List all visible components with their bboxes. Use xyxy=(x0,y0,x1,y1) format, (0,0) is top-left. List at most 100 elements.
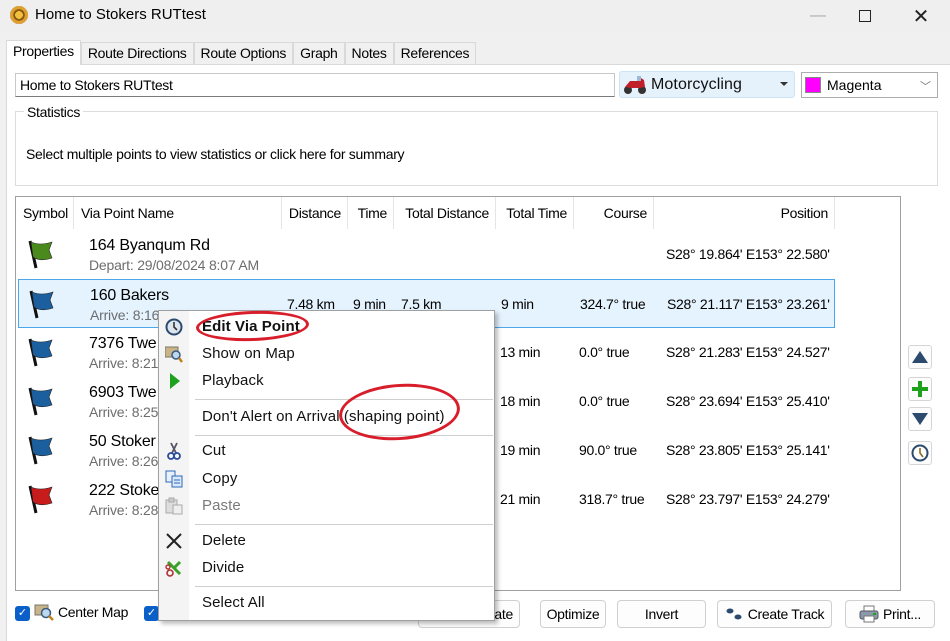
column-header-time[interactable]: Time xyxy=(348,197,394,229)
via-point-name: 164 Byanqum Rd xyxy=(89,237,210,254)
menu-separator xyxy=(195,524,493,525)
chevron-down-icon: ﹀ xyxy=(920,81,931,93)
position-cell: S28° 21.117' E153° 23.261' xyxy=(667,296,830,312)
via-point-time: Arrive: 8:21 xyxy=(89,355,159,371)
course-cell: 0.0° true xyxy=(579,393,630,409)
optimize-label: Optimize xyxy=(546,606,600,622)
route-name-input[interactable]: Home to Stokers RUTtest xyxy=(15,73,615,97)
printer-icon xyxy=(859,605,879,623)
menu-item-label: Paste xyxy=(202,497,241,514)
center-map-icon xyxy=(34,604,54,621)
menu-item-divide[interactable]: Divide xyxy=(159,555,494,581)
route-color-dropdown[interactable]: Magenta ﹀ xyxy=(801,72,938,98)
blue-flag-icon xyxy=(28,338,53,367)
menu-item-delete[interactable]: Delete xyxy=(159,528,494,554)
activity-label: Motorcycling xyxy=(651,75,743,93)
menu-separator xyxy=(195,399,493,400)
course-cell: 0.0° true xyxy=(579,344,630,360)
move-up-button[interactable] xyxy=(908,345,932,369)
center-map-label: Center Map xyxy=(58,604,129,620)
delete-icon xyxy=(166,533,182,549)
menu-item-copy[interactable]: Copy xyxy=(159,466,494,492)
position-cell: S28° 23.805' E153° 25.141' xyxy=(666,442,830,458)
via-point-time: Depart: 29/08/2024 8:07 AM xyxy=(89,257,259,273)
menu-item-paste[interactable]: Paste xyxy=(159,493,494,519)
via-point-name: 7376 Twe xyxy=(89,335,157,352)
menu-item-label: Select All xyxy=(202,594,265,611)
print-button[interactable]: Print... xyxy=(845,600,935,628)
menu-separator xyxy=(195,435,493,436)
menu-item-dont-alert-on-arrival[interactable]: Don't Alert on Arrival (shaping point) xyxy=(159,404,494,430)
close-button[interactable]: ✕ xyxy=(898,0,944,32)
menu-item-playback[interactable]: Playback xyxy=(159,368,494,394)
via-point-time: Arrive: 8:28 xyxy=(89,502,159,518)
total-time-cell: 9 min xyxy=(501,296,534,312)
menu-item-cut[interactable]: Cut xyxy=(159,438,494,464)
arrival-time-button[interactable] xyxy=(908,441,932,465)
divide-icon xyxy=(165,560,182,577)
position-cell: S28° 19.864' E153° 22.580' xyxy=(666,246,830,262)
column-header-symbol[interactable]: Symbol xyxy=(16,197,74,229)
total-time-cell: 13 min xyxy=(500,344,541,360)
context-menu: Edit Via Point Show on Map Playback Don'… xyxy=(158,309,495,621)
blue-flag-icon xyxy=(29,290,54,319)
color-label: Magenta xyxy=(827,77,882,93)
via-point-name: 50 Stoker xyxy=(89,433,156,450)
copy-icon xyxy=(165,470,183,488)
dropdown-caret-icon xyxy=(780,82,788,86)
optimize-button[interactable]: Optimize xyxy=(540,600,606,628)
via-point-name: 160 Bakers xyxy=(90,287,169,304)
column-header-course[interactable]: Course xyxy=(574,197,654,229)
column-header-total-time[interactable]: Total Time xyxy=(496,197,574,229)
move-down-button[interactable] xyxy=(908,407,932,431)
menu-item-label: Delete xyxy=(202,532,246,549)
tab-references[interactable]: References xyxy=(393,42,477,64)
invert-button[interactable]: Invert xyxy=(617,600,706,628)
create-track-button[interactable]: Create Track xyxy=(717,600,832,628)
edit-via-point-icon xyxy=(165,318,183,336)
tab-properties[interactable]: Properties xyxy=(6,40,81,65)
tab-route-options[interactable]: Route Options xyxy=(193,42,294,64)
column-header-distance[interactable]: Distance xyxy=(282,197,348,229)
menu-item-select-all[interactable]: Select All xyxy=(159,590,494,616)
minimize-icon: — xyxy=(810,7,826,24)
course-cell: 324.7° true xyxy=(580,296,646,312)
statistics-group[interactable]: Statistics Select multiple points to vie… xyxy=(15,104,938,186)
column-header-via-point-name[interactable]: Via Point Name xyxy=(74,197,282,229)
second-option-checkbox[interactable]: ✓ xyxy=(144,606,159,621)
tab-strip: Properties Route Directions Route Option… xyxy=(6,40,477,65)
position-cell: S28° 21.283' E153° 24.527' xyxy=(666,344,830,360)
blue-flag-icon xyxy=(28,387,53,416)
maximize-button[interactable] xyxy=(842,0,888,32)
menu-item-show-on-map[interactable]: Show on Map xyxy=(159,341,494,367)
print-label: Print... xyxy=(882,606,922,622)
menu-item-edit-via-point[interactable]: Edit Via Point xyxy=(159,314,494,340)
green-flag-icon xyxy=(28,240,53,269)
playback-icon xyxy=(170,373,180,389)
menu-item-label: Divide xyxy=(202,559,245,576)
close-icon: ✕ xyxy=(912,5,930,28)
activity-profile-dropdown[interactable]: Motorcycling xyxy=(619,71,795,98)
menu-separator xyxy=(195,586,493,587)
cut-icon xyxy=(167,442,181,460)
tab-route-directions[interactable]: Route Directions xyxy=(80,42,194,64)
center-map-checkbox[interactable]: ✓ xyxy=(15,606,30,621)
statistics-title: Statistics xyxy=(24,104,84,120)
paste-icon xyxy=(165,497,183,515)
add-via-point-button[interactable] xyxy=(908,377,932,401)
blue-flag-icon xyxy=(28,436,53,465)
create-track-label: Create Track xyxy=(747,606,825,622)
menu-item-label: Cut xyxy=(202,442,226,459)
via-point-row[interactable]: 164 Byanqum Rd Depart: 29/08/2024 8:07 AM… xyxy=(18,230,835,279)
menu-item-label: Playback xyxy=(202,372,264,389)
statistics-summary-link[interactable]: Select multiple points to view statistic… xyxy=(26,146,405,162)
tab-notes[interactable]: Notes xyxy=(344,42,394,64)
move-down-icon xyxy=(912,413,928,425)
maximize-icon xyxy=(859,10,871,22)
via-point-time: Arrive: 8:26 xyxy=(89,453,159,469)
tab-graph[interactable]: Graph xyxy=(293,42,345,64)
column-header-position[interactable]: Position xyxy=(654,197,835,229)
show-on-map-icon xyxy=(165,346,183,363)
column-header-total-distance[interactable]: Total Distance xyxy=(394,197,496,229)
minimize-button[interactable]: — xyxy=(795,0,841,32)
